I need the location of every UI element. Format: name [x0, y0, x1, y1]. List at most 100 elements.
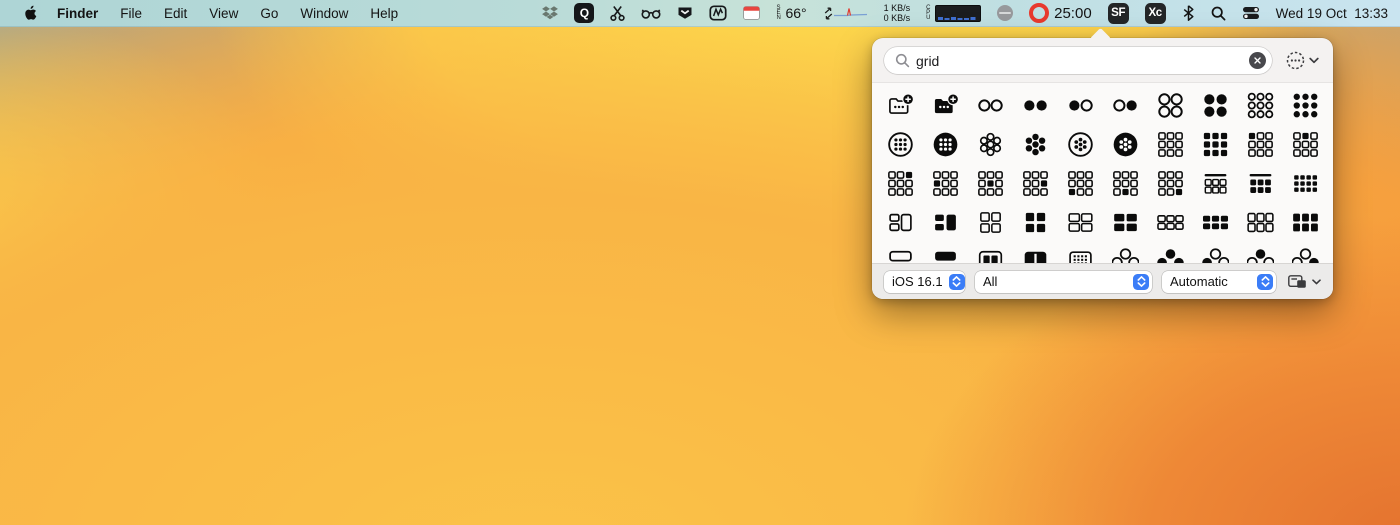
layout-toggle-button[interactable]: [1288, 274, 1321, 289]
clear-search-button[interactable]: [1249, 52, 1266, 69]
cpu-label: CPU: [926, 6, 932, 21]
category-value: All: [983, 274, 1127, 289]
symbol-circle.grid.2x2.fill[interactable]: [1193, 86, 1238, 125]
menu-item-edit[interactable]: Edit: [153, 6, 198, 21]
app-menu-finder[interactable]: Finder: [43, 6, 109, 21]
stepper-icon: [1257, 274, 1273, 290]
symbol-circle.grid.3x3[interactable]: [1238, 86, 1283, 125]
symbol-rectangle.3.group[interactable]: [878, 203, 923, 242]
scissors-icon[interactable]: [610, 5, 625, 21]
menu-bar-status: Q SEN 66°: [542, 3, 1400, 24]
symbol-circle.grid.2x1.lefthalf.filled[interactable]: [1058, 86, 1103, 125]
symbol-circle.hexagongrid[interactable]: [968, 125, 1013, 164]
banner-icon[interactable]: [677, 6, 693, 20]
symbol-square.grid.4x3.fill[interactable]: [1283, 164, 1328, 203]
symbol-circle.grid.3x3.fill[interactable]: [1283, 86, 1328, 125]
sf-symbols-popover: iOS 16.1 All Automatic: [872, 38, 1333, 299]
cpu-meter[interactable]: CPU: [926, 5, 981, 22]
search-icon: [895, 53, 910, 68]
symbol-circle.grid.2x1.righthalf.filled[interactable]: [1103, 86, 1148, 125]
ellipsis-circle-icon: [1286, 51, 1305, 70]
spotlight-icon[interactable]: [1211, 6, 1226, 21]
symbol-rectangle.grid.2x2.fill[interactable]: [1103, 203, 1148, 242]
appearance-options-button[interactable]: [1286, 51, 1319, 70]
popover-footer: iOS 16.1 All Automatic: [872, 263, 1333, 299]
control-center-icon[interactable]: [1242, 6, 1260, 20]
symbol-circle.grid.2x1[interactable]: [968, 86, 1013, 125]
net-down: 0 KB/s: [884, 13, 911, 23]
symbol-circle.grid.2x2[interactable]: [1148, 86, 1193, 125]
platform-dropdown[interactable]: iOS 16.1: [884, 271, 965, 293]
symbol-square.grid.3x1.below.line.grid.1x2[interactable]: [1193, 164, 1238, 203]
rendering-dropdown[interactable]: Automatic: [1162, 271, 1276, 293]
symbol-square.grid.2x2[interactable]: [968, 203, 1013, 242]
symbol-square.grid.3x3.topright.filled[interactable]: [878, 164, 923, 203]
network-graph[interactable]: [823, 7, 868, 20]
close-icon: [1254, 57, 1261, 64]
symbol-square.grid.3x3.middle.filled[interactable]: [968, 164, 1013, 203]
bluetooth-icon[interactable]: [1182, 5, 1195, 21]
weather-temp: 66°: [785, 5, 806, 21]
symbol-grid: [872, 82, 1333, 267]
search-row: [884, 47, 1323, 74]
q-app-icon[interactable]: Q: [574, 3, 594, 23]
symbol-square.grid.3x1.below.line.grid.1x2.fill[interactable]: [1238, 164, 1283, 203]
symbol-circle.grid.3x3.circle.fill[interactable]: [923, 125, 968, 164]
stepper-icon: [949, 274, 965, 290]
symbol-square.grid.3x3.middleright.filled[interactable]: [1013, 164, 1058, 203]
symbol-square.grid.3x3.topmiddle.filled[interactable]: [1283, 125, 1328, 164]
symbol-rectangle.3.group.fill[interactable]: [923, 203, 968, 242]
symbol-circle.hexagongrid.fill[interactable]: [1013, 125, 1058, 164]
apple-logo-icon: [24, 5, 37, 21]
symbol-circle.hexagongrid.circle.fill[interactable]: [1103, 125, 1148, 164]
symbol-circle.grid.2x1.fill[interactable]: [1013, 86, 1058, 125]
symbol-square.grid.2x2.fill[interactable]: [1013, 203, 1058, 242]
rendering-value: Automatic: [1170, 274, 1251, 289]
symbol-square.grid.3x1.folder.badge.plus[interactable]: [878, 86, 923, 125]
symbol-square.grid.3x3.middleleft.filled[interactable]: [923, 164, 968, 203]
symbol-square.grid.3x2[interactable]: [1238, 203, 1283, 242]
category-dropdown[interactable]: All: [975, 271, 1152, 293]
gray-circle-icon[interactable]: [997, 5, 1013, 21]
symbol-rectangle.grid.3x2[interactable]: [1148, 203, 1193, 242]
menu-item-window[interactable]: Window: [289, 6, 359, 21]
symbol-square.grid.3x3.bottommiddle.filled[interactable]: [1103, 164, 1148, 203]
menu-item-view[interactable]: View: [198, 6, 249, 21]
sf-symbols-menu-icon[interactable]: SF: [1108, 3, 1129, 24]
calendar-icon[interactable]: [743, 6, 760, 20]
symbol-square.grid.3x1.folder.fill.badge.plus[interactable]: [923, 86, 968, 125]
dropbox-icon[interactable]: [542, 6, 558, 20]
zigzag-app-icon[interactable]: [709, 5, 727, 21]
network-sparkline: [834, 7, 868, 20]
popover-arrow: [1090, 28, 1111, 49]
symbol-square.grid.3x3.fill[interactable]: [1193, 125, 1238, 164]
symbol-square.grid.3x3.bottomright.filled[interactable]: [1148, 164, 1193, 203]
weather-item[interactable]: SEN 66°: [776, 5, 806, 21]
menu-item-file[interactable]: File: [109, 6, 153, 21]
symbol-square.grid.3x3.bottomleft.filled[interactable]: [1058, 164, 1103, 203]
weather-station-label: SEN: [776, 6, 782, 21]
menu-item-go[interactable]: Go: [249, 6, 289, 21]
symbol-rectangle.grid.2x2[interactable]: [1058, 203, 1103, 242]
menu-list: FileEditViewGoWindowHelp: [109, 6, 409, 21]
search-field[interactable]: [884, 47, 1272, 74]
symbol-square.grid.3x3.topleft.filled[interactable]: [1238, 125, 1283, 164]
symbol-rectangle.grid.3x2.fill[interactable]: [1193, 203, 1238, 242]
apple-menu[interactable]: [18, 5, 43, 21]
desktop: Finder FileEditViewGoWindowHelp Q: [0, 0, 1400, 525]
menu-item-help[interactable]: Help: [359, 6, 409, 21]
search-input[interactable]: [916, 53, 1249, 69]
symbol-square.grid.3x2.fill[interactable]: [1283, 203, 1328, 242]
menu-clock[interactable]: Wed 19 Oct 13:33: [1276, 6, 1388, 21]
glasses-icon[interactable]: [641, 7, 661, 20]
network-speeds[interactable]: 1 KB/s 0 KB/s: [884, 3, 911, 23]
timer-item[interactable]: 25:00: [1029, 3, 1092, 23]
xcode-menu-icon[interactable]: Xc: [1145, 3, 1166, 24]
symbol-circle.hexagongrid.circle[interactable]: [1058, 125, 1103, 164]
symbol-circle.grid.3x3.circle[interactable]: [878, 125, 923, 164]
chevron-down-icon: [1309, 57, 1319, 64]
stepper-icon: [1133, 274, 1149, 290]
network-arrows-icon: [823, 7, 834, 20]
chevron-down-icon: [1312, 279, 1321, 285]
symbol-square.grid.3x3[interactable]: [1148, 125, 1193, 164]
